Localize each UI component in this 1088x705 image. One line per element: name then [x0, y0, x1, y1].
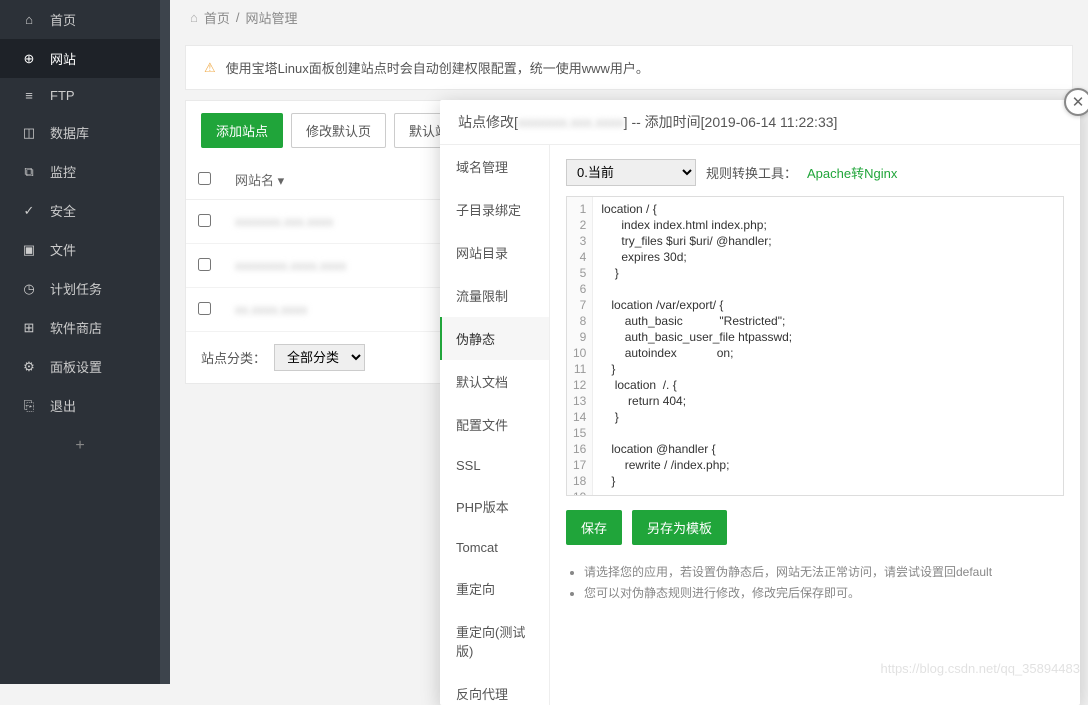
grid-icon: ⊞	[20, 320, 38, 336]
sidebar-item-label: 退出	[50, 396, 76, 415]
breadcrumb-sep: /	[236, 10, 240, 25]
sidebar-item-label: 监控	[50, 162, 76, 181]
sidebar-item-label: 计划任务	[50, 279, 102, 298]
row-checkbox[interactable]	[198, 302, 211, 315]
tips-list: 请选择您的应用，若设置伪静态后，网站无法正常访问，请尝试设置回default 您…	[566, 563, 1064, 601]
globe-icon: ⊕	[20, 51, 38, 67]
modal-nav-item[interactable]: 流量限制	[440, 274, 549, 317]
sidebar-item-label: 网站	[50, 49, 76, 68]
sidebar-item-label: 软件商店	[50, 318, 102, 337]
sidebar: ⌂ 首页 ⊕ 网站 ≡ FTP ◫ 数据库 ⧉ 监控 ✓ 安全 ▣ 文件 ◷ 计划任务 ⊞ 软件商…	[0, 0, 160, 684]
modal-nav-item[interactable]: 反向代理	[440, 672, 549, 705]
sidebar-item-website[interactable]: ⊕ 网站	[0, 39, 160, 78]
save-button[interactable]: 保存	[566, 510, 622, 545]
sidebar-item-files[interactable]: ▣ 文件	[0, 230, 160, 269]
modal-nav-item[interactable]: 子目录绑定	[440, 188, 549, 231]
sidebar-item-ftp[interactable]: ≡ FTP	[0, 78, 160, 113]
filter-label: 站点分类：	[201, 348, 266, 367]
modal-nav-item[interactable]: PHP版本	[440, 485, 549, 528]
code-area[interactable]: location / { index index.html index.php;…	[593, 197, 800, 495]
database-icon: ◫	[20, 125, 38, 141]
modal-nav-item[interactable]: 网站目录	[440, 231, 549, 274]
clock-icon: ◷	[20, 281, 38, 297]
sidebar-add-button[interactable]: +	[0, 425, 160, 467]
sidebar-edge	[160, 0, 170, 684]
gear-icon: ⚙	[20, 359, 38, 375]
save-as-template-button[interactable]: 另存为模板	[632, 510, 727, 545]
modal-title: 站点修改[xxxxxxx.xxx.xxxx] -- 添加时间[2019-06-1…	[440, 100, 1080, 145]
sidebar-item-monitor[interactable]: ⧉ 监控	[0, 152, 160, 191]
sidebar-item-store[interactable]: ⊞ 软件商店	[0, 308, 160, 347]
close-icon: ✕	[1072, 93, 1085, 111]
modal-nav: 域名管理子目录绑定网站目录流量限制伪静态默认文档配置文件SSLPHP版本Tomc…	[440, 145, 550, 705]
sidebar-item-security[interactable]: ✓ 安全	[0, 191, 160, 230]
modal-nav-item[interactable]: 重定向(测试版)	[440, 610, 549, 672]
site-edit-modal: ✕ 站点修改[xxxxxxx.xxx.xxxx] -- 添加时间[2019-06…	[440, 100, 1080, 705]
folder-icon: ▣	[20, 242, 38, 258]
warning-icon: ⚠	[204, 60, 216, 76]
site-name[interactable]: xx.xxxx.xxxx	[235, 302, 307, 317]
breadcrumb-home[interactable]: 首页	[204, 8, 230, 27]
modal-nav-item[interactable]: 重定向	[440, 567, 549, 610]
ftp-icon: ≡	[20, 88, 38, 103]
sidebar-item-label: FTP	[50, 88, 75, 103]
modal-nav-item[interactable]: 域名管理	[440, 145, 549, 188]
sidebar-item-label: 数据库	[50, 123, 89, 142]
monitor-icon: ⧉	[20, 164, 38, 180]
filter-select[interactable]: 全部分类	[274, 344, 365, 371]
breadcrumb: ⌂ 首页 / 网站管理	[170, 0, 1088, 35]
modal-nav-item[interactable]: 伪静态	[440, 317, 549, 360]
home-icon: ⌂	[190, 10, 198, 25]
sidebar-item-label: 面板设置	[50, 357, 102, 376]
rewrite-template-select[interactable]: 0.当前	[566, 159, 696, 186]
modal-content: 0.当前 规则转换工具： Apache转Nginx 12345678910111…	[550, 145, 1080, 705]
sidebar-item-cron[interactable]: ◷ 计划任务	[0, 269, 160, 308]
add-site-button[interactable]: 添加站点	[201, 113, 283, 148]
modify-default-button[interactable]: 修改默认页	[291, 113, 386, 148]
row-checkbox[interactable]	[198, 258, 211, 271]
rewrite-code-editor[interactable]: 12345678910111213141516171819 location /…	[566, 196, 1064, 496]
rule-tool-label: 规则转换工具：	[706, 163, 797, 182]
line-gutter: 12345678910111213141516171819	[567, 197, 593, 495]
site-name[interactable]: xxxxxxx.xxx.xxxx	[235, 214, 333, 229]
tip-item: 您可以对伪静态规则进行修改，修改完后保存即可。	[584, 584, 1064, 601]
tip-item: 请选择您的应用，若设置伪静态后，网站无法正常访问，请尝试设置回default	[584, 563, 1064, 580]
modal-close-button[interactable]: ✕	[1064, 88, 1088, 116]
modal-nav-item[interactable]: Tomcat	[440, 528, 549, 567]
sort-icon: ▾	[278, 173, 285, 188]
modal-nav-item[interactable]: 默认文档	[440, 360, 549, 403]
modal-nav-item[interactable]: 配置文件	[440, 403, 549, 446]
sidebar-item-label: 首页	[50, 10, 76, 29]
info-alert: ⚠ 使用宝塔Linux面板创建站点时会自动创建权限配置，统一使用www用户。	[185, 45, 1073, 90]
sidebar-item-label: 安全	[50, 201, 76, 220]
site-name[interactable]: xxxxxxxx.xxxx.xxxx	[235, 258, 346, 273]
modal-nav-item[interactable]: SSL	[440, 446, 549, 485]
apache-to-nginx-link[interactable]: Apache转Nginx	[807, 163, 897, 182]
logout-icon: ⎘	[20, 398, 38, 414]
breadcrumb-page: 网站管理	[246, 8, 298, 27]
watermark: https://blog.csdn.net/qq_35894483	[881, 661, 1081, 676]
shield-icon: ✓	[20, 203, 38, 219]
sidebar-item-logout[interactable]: ⎘ 退出	[0, 386, 160, 425]
sidebar-item-home[interactable]: ⌂ 首页	[0, 0, 160, 39]
select-all-checkbox[interactable]	[198, 172, 211, 185]
sidebar-item-label: 文件	[50, 240, 76, 259]
alert-text: 使用宝塔Linux面板创建站点时会自动创建权限配置，统一使用www用户。	[226, 58, 649, 77]
sidebar-item-database[interactable]: ◫ 数据库	[0, 113, 160, 152]
home-icon: ⌂	[20, 12, 38, 27]
sidebar-item-settings[interactable]: ⚙ 面板设置	[0, 347, 160, 386]
row-checkbox[interactable]	[198, 214, 211, 227]
